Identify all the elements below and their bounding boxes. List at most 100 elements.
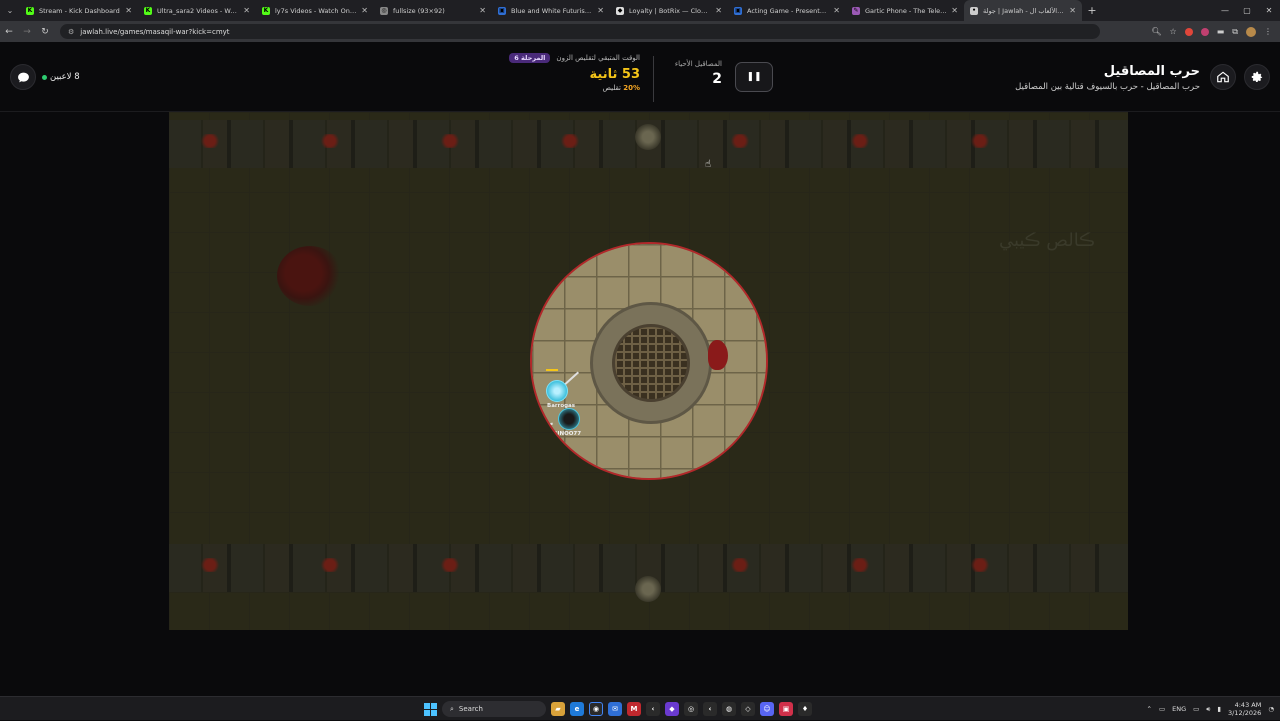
tab-favicon-icon: ◎ [380, 6, 388, 15]
game-arena[interactable]: ڪالص ڪيبي Barrogas UNOO77 [169, 112, 1128, 630]
app-shield-icon[interactable]: ◇ [741, 702, 755, 716]
volume-icon[interactable]: 🔊︎ [1206, 705, 1210, 714]
tab-close-icon[interactable]: ✕ [951, 6, 958, 15]
chrome-icon[interactable]: ◉ [589, 702, 603, 716]
battery-icon[interactable]: ▮ [1217, 705, 1221, 713]
alive-count: 2 [712, 71, 722, 87]
torch-decoration [319, 558, 341, 572]
window-controls: — ▢ ✕ [1214, 0, 1280, 21]
browser-tab[interactable]: K Ultra_sara2 Videos - Watch On- ✕ [138, 0, 256, 21]
shrink-percent: 20% [623, 84, 640, 92]
tab-title: Stream - Kick Dashboard [39, 6, 120, 15]
tab-close-icon[interactable]: ✕ [125, 6, 132, 15]
minimize-icon[interactable]: — [1214, 0, 1236, 21]
tab-favicon-icon: ✎ [852, 6, 860, 15]
player2-avatar [558, 408, 580, 430]
tab-search-icon[interactable]: ⌄ [0, 0, 20, 21]
well-grate [612, 324, 690, 402]
tab-close-icon[interactable]: ✕ [361, 6, 368, 15]
taskbar-search[interactable]: ⌕ Search [442, 701, 546, 717]
blood-splat [277, 246, 343, 306]
tab-title: Acting Game - Presentation [747, 6, 830, 15]
browser-tab[interactable]: ▣ Acting Game - Presentation ✕ [728, 0, 846, 21]
file-explorer-icon[interactable]: ▰ [551, 702, 565, 716]
url-text: jawlah.live/games/masaqil-war?kick=cmyt [80, 27, 230, 36]
browser-tab[interactable]: ◎ fullsize (93×92) ✕ [374, 0, 492, 21]
home-button[interactable] [1210, 64, 1236, 90]
tray-overflow-icon[interactable]: ⌃ [1147, 705, 1152, 713]
browser-tab-strip: ⌄ K Stream - Kick Dashboard ✕ K Ultra_sara2 … [0, 0, 1280, 21]
zoom-icon[interactable]: 🔍︎ [1151, 27, 1161, 36]
steam-icon[interactable]: ◎ [684, 702, 698, 716]
new-tab-button[interactable]: + [1082, 4, 1102, 17]
browser-tab[interactable]: ◆ Loyalty | BotRix — Cloud Strea ✕ [610, 0, 728, 21]
extension-record-icon[interactable] [1184, 27, 1193, 36]
tab-close-icon[interactable]: ✕ [715, 6, 722, 15]
timer-value: 53 ثانية [589, 67, 640, 82]
torch-decoration [439, 558, 461, 572]
tab-close-icon[interactable]: ✕ [833, 6, 840, 15]
chat-button[interactable] [10, 64, 36, 90]
gear-icon [1251, 71, 1263, 83]
torch-decoration [849, 134, 871, 148]
game-page: حرب المصاقيل حرب المصاقيل - حرب بالسيوف … [0, 42, 1280, 696]
wall-graffiti: ڪالص ڪيبي [999, 230, 1095, 251]
browser-tab[interactable]: K Stream - Kick Dashboard ✕ [20, 0, 138, 21]
network-icon[interactable]: ▭ [1193, 705, 1199, 713]
tray-app-icon[interactable]: ▭ [1159, 705, 1165, 713]
windows-start-icon[interactable] [424, 702, 437, 716]
reload-icon[interactable]: ↻ [36, 27, 54, 37]
app-k-icon[interactable]: ‹ [646, 702, 660, 716]
site-info-icon[interactable]: ⚙ [68, 28, 74, 36]
app-k2-icon[interactable]: ‹ [703, 702, 717, 716]
shrink-info: 20% تقليص [470, 84, 641, 92]
player1-avatar [546, 380, 568, 402]
tab-title: Ultra_sara2 Videos - Watch On- [157, 6, 239, 15]
app-globe-icon[interactable]: ◍ [722, 702, 736, 716]
profile-avatar[interactable] [1246, 26, 1256, 37]
pause-button[interactable]: ❚❚ [735, 62, 773, 92]
browser-tab[interactable]: Kly7s Videos - Watch On-Deman✕ [256, 0, 374, 21]
game-subtitle: حرب المصاقيل - حرب بالسيوف قتالية بين ال… [1015, 82, 1200, 92]
torch-decoration [849, 558, 871, 572]
stage-badge: المرحلة 6 [509, 53, 551, 63]
url-field[interactable]: ⚙ jawlah.live/games/masaqil-war?kick=cmy… [60, 24, 1100, 39]
language-indicator[interactable]: ENG [1172, 705, 1186, 713]
browser-menu-icon[interactable]: ⋮ [1264, 27, 1272, 36]
close-window-icon[interactable]: ✕ [1258, 0, 1280, 21]
address-bar-row: ← → ↻ ⚙ jawlah.live/games/masaqil-war?ki… [0, 21, 1280, 42]
online-status-dot [42, 74, 47, 80]
pause-icon: ❚❚ [746, 72, 762, 82]
app-purple-icon[interactable]: ◆ [665, 702, 679, 716]
settings-button[interactable] [1244, 64, 1270, 90]
extension-icon[interactable] [1200, 27, 1209, 36]
clock[interactable]: 4:43 AM 3/12/2026 [1228, 701, 1261, 717]
tab-close-icon[interactable]: ✕ [597, 6, 604, 15]
forward-icon[interactable]: → [18, 27, 36, 37]
tab-close-icon[interactable]: ✕ [479, 6, 486, 15]
home-icon [1217, 71, 1229, 83]
bookmark-star-icon[interactable]: ☆ [1170, 27, 1177, 36]
notifications-icon[interactable]: ◔ [1268, 705, 1274, 713]
player2-name: UNOO77 [555, 431, 582, 437]
browser-tab[interactable]: ✎ Gartic Phone - The Telephone ✕ [846, 0, 964, 21]
mail-icon[interactable]: ✉ [608, 702, 622, 716]
extensions-puzzle-icon[interactable]: ⧉ [1232, 27, 1238, 37]
tab-close-icon[interactable]: ✕ [243, 6, 250, 15]
browser-tab[interactable]: • جولة | Jawlah - منصة الألعاب ال ✕ [964, 0, 1082, 21]
app-red-icon[interactable]: M [627, 702, 641, 716]
timer-label: الوقت المتبقي لتقليص الزون [556, 54, 640, 62]
tab-close-icon[interactable]: ✕ [1069, 6, 1076, 15]
maximize-icon[interactable]: ▢ [1236, 0, 1258, 21]
alive-counter: المصاقيل الأحياء 2 [660, 60, 722, 87]
top-gate [635, 124, 661, 150]
back-icon[interactable]: ← [0, 27, 18, 37]
extension-media-icon[interactable]: ▬ [1217, 27, 1225, 36]
discord-icon[interactable]: ☺ [760, 702, 774, 716]
app-game-icon[interactable]: ▣ [779, 702, 793, 716]
torch-decoration [439, 134, 461, 148]
torch-decoration [559, 134, 581, 148]
browser-tab[interactable]: ▣ Blue and White Futuristic Mode ✕ [492, 0, 610, 21]
app-torch-icon[interactable]: ♦ [798, 702, 812, 716]
edge-icon[interactable]: e [570, 702, 584, 716]
